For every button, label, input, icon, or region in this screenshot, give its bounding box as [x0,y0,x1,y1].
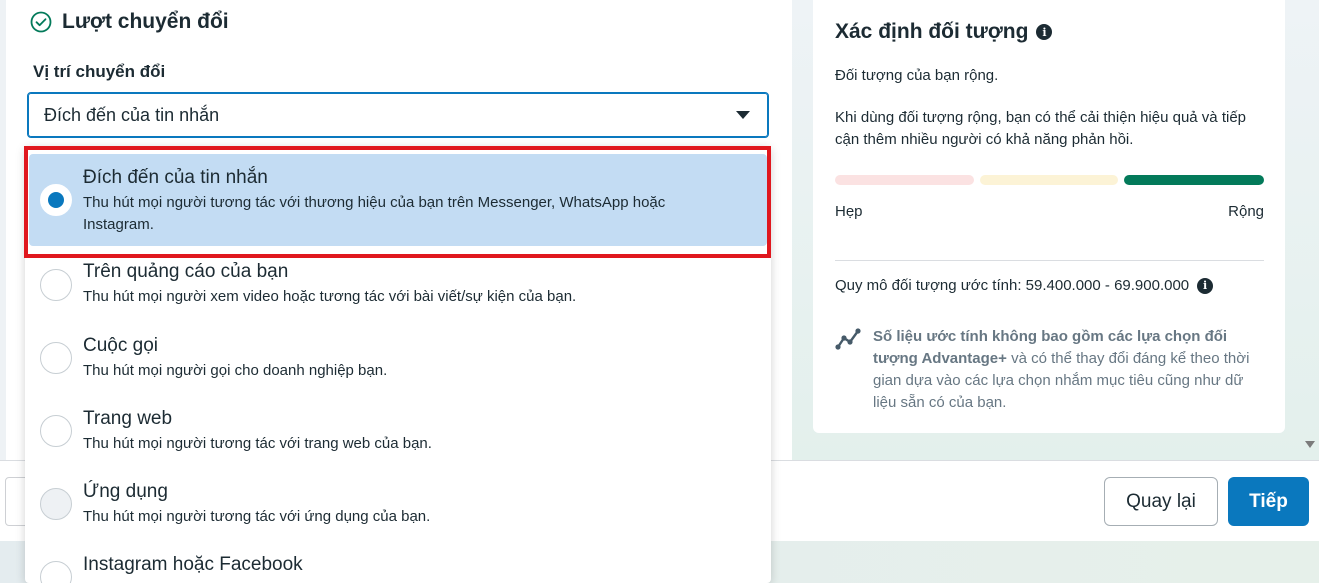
conversion-location-label: Vị trí chuyển đổi [33,62,166,81]
option-on-your-ad[interactable]: Trên quảng cáo của bạn Thu hút mọi người… [25,252,771,320]
option-title: Đích đến của tin nhắn [83,167,268,188]
option-website[interactable]: Trang web Thu hút mọi người tương tác vớ… [25,399,771,467]
audience-meter [835,175,1264,185]
option-instagram-facebook[interactable]: Instagram hoặc Facebook [25,545,771,583]
option-desc: Thu hút mọi người gọi cho doanh nghiệp b… [83,362,388,379]
info-icon[interactable]: i [1197,277,1214,294]
radio-button[interactable] [40,488,72,520]
estimate-note: Số liệu ước tính không bao gồm các lựa c… [873,326,1263,414]
section-title: Lượt chuyển đổi [62,10,229,33]
caret-down-icon [736,111,750,119]
option-desc: Thu hút mọi người tương tác với trang we… [83,435,432,452]
select-value: Đích đến của tin nhắn [44,104,220,125]
conversion-location-dropdown: Đích đến của tin nhắn Thu hút mọi người … [25,146,771,583]
section-header: Lượt chuyển đổi [30,10,229,34]
option-app[interactable]: Ứng dụng Thu hút mọi người tương tác với… [25,472,771,540]
option-desc: Thu hút mọi người tương tác với thương h… [83,194,666,233]
radio-button[interactable] [40,184,72,216]
option-desc: Thu hút mọi người tương tác với ứng dụng… [83,508,431,525]
meter-low-label: Hẹp [835,203,863,220]
audience-status: Đối tượng của bạn rộng. [835,67,999,84]
conversion-location-select[interactable]: Đích đến của tin nhắn [27,92,769,138]
meter-high-label: Rộng [1228,203,1264,220]
scroll-down-arrow[interactable] [1305,441,1315,448]
option-calls[interactable]: Cuộc gọi Thu hút mọi người gọi cho doanh… [25,326,771,394]
back-button[interactable]: Quay lại [1104,477,1218,526]
trend-line-icon [835,328,861,350]
radio-button[interactable] [40,561,72,583]
option-title: Trang web [83,408,173,429]
divider [835,260,1264,261]
radio-button[interactable] [40,269,72,301]
radio-button[interactable] [40,415,72,447]
audience-size: Quy mô đối tượng ước tính: 59.400.000 - … [835,277,1190,294]
audience-advice: Khi dùng đối tượng rộng, bạn có thể cải … [835,109,1246,148]
option-desc: Thu hút mọi người xem video hoặc tương t… [83,288,577,305]
info-icon[interactable]: i [1036,24,1053,40]
option-title: Ứng dụng [83,481,168,502]
audience-title-row: Xác định đối tượng i [835,20,1053,44]
option-title: Trên quảng cáo của bạn [83,261,289,282]
meter-segment-mid [980,175,1118,185]
audience-title: Xác định đối tượng [835,20,1029,43]
radio-button[interactable] [40,342,72,374]
audience-size-row: Quy mô đối tượng ước tính: 59.400.000 - … [835,277,1214,294]
option-title: Cuộc gọi [83,335,158,356]
option-title: Instagram hoặc Facebook [83,554,303,575]
option-message-destination[interactable]: Đích đến của tin nhắn Thu hút mọi người … [29,154,767,246]
check-circle-icon [30,11,52,33]
meter-segment-narrow [835,175,974,185]
meter-segment-broad [1124,175,1264,185]
audience-card: Xác định đối tượng i Đối tượng của bạn r… [813,0,1285,433]
next-button[interactable]: Tiếp [1228,477,1309,526]
